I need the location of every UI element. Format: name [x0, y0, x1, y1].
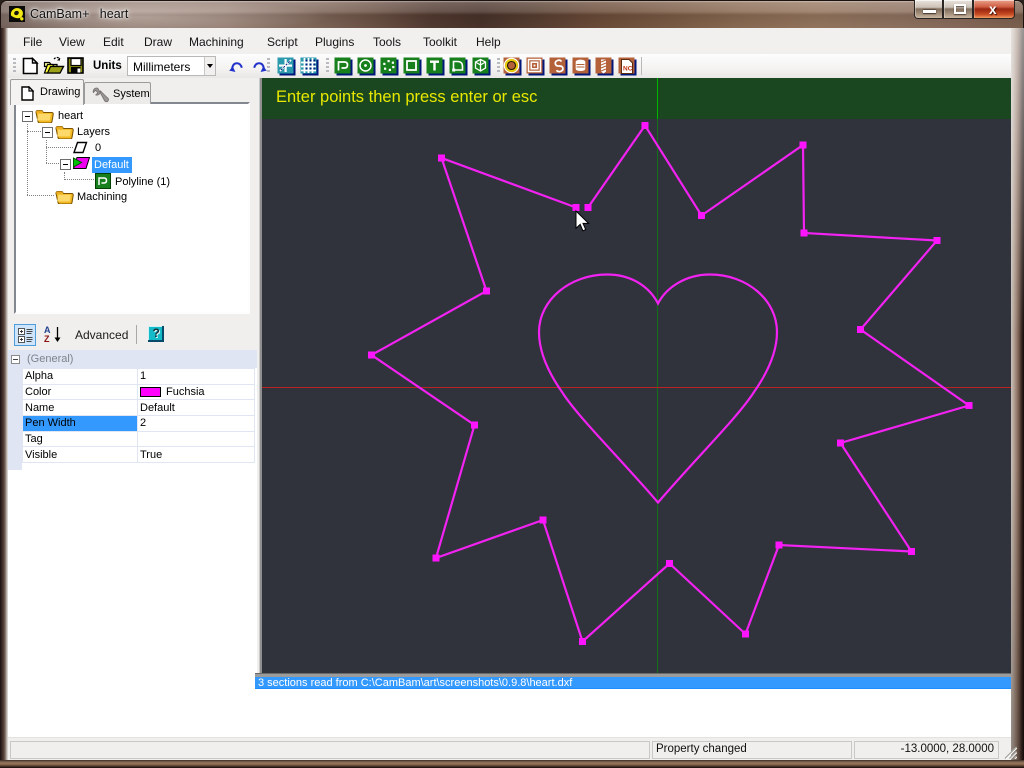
svg-text:NC: NC: [623, 66, 633, 73]
